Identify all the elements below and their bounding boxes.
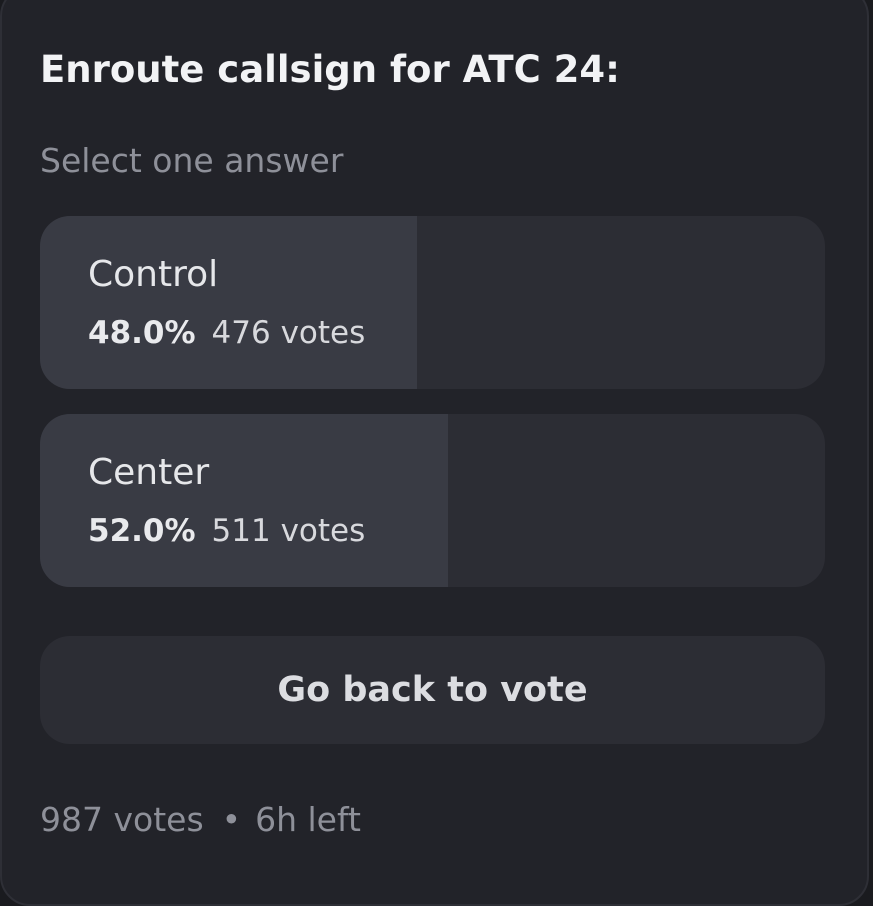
poll-question: Enroute callsign for ATC 24: (40, 48, 620, 91)
answer-result-bar (40, 414, 449, 587)
poll-instruction: Select one answer (40, 141, 344, 180)
separator-dot: • (221, 800, 242, 839)
go-back-to-vote-button[interactable]: Go back to vote (40, 636, 825, 744)
answer-stats: 52.0% 511 votes (88, 513, 365, 549)
answer-result-bar (40, 216, 417, 389)
poll-answer-center[interactable]: Center 52.0% 511 votes (40, 414, 825, 587)
poll-answer-control[interactable]: Control 48.0% 476 votes (40, 216, 825, 389)
poll-footer: 987 votes • 6h left (40, 800, 361, 839)
answer-stats: 48.0% 476 votes (88, 315, 365, 351)
answer-percent: 52.0% (88, 513, 196, 549)
time-left: 6h left (255, 800, 361, 839)
answer-label: Control (88, 254, 219, 295)
poll-card: Enroute callsign for ATC 24: Select one … (0, 0, 869, 906)
total-votes: 987 votes (40, 800, 204, 839)
answer-percent: 48.0% (88, 315, 196, 351)
answer-vote-count: 476 votes (211, 315, 366, 351)
answer-vote-count: 511 votes (211, 513, 366, 549)
answer-label: Center (88, 452, 210, 493)
